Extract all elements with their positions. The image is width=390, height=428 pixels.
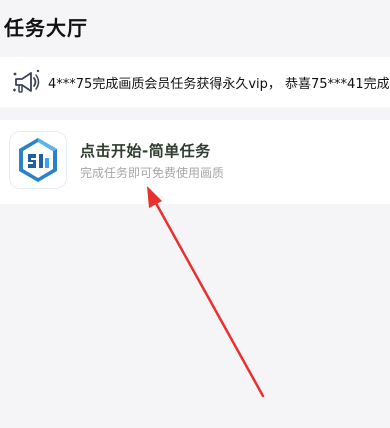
page-title: 任务大厅 <box>4 16 88 40</box>
notice-text: 4***75完成画质会员任务获得永久vip， 恭喜75***41完成画 <box>48 76 390 92</box>
task-title[interactable]: 点击开始-简单任务 <box>80 140 211 161</box>
notice-bar: 4***75完成画质会员任务获得永久vip， 恭喜75***41完成画 <box>0 57 390 107</box>
arrow-line <box>150 194 265 398</box>
megaphone-icon <box>10 66 42 98</box>
task-card-simple[interactable]: 点击开始-简单任务 完成任务即可免费使用画质 <box>0 120 390 204</box>
task-subtitle: 完成任务即可免费使用画质 <box>80 166 225 180</box>
app-logo-icon <box>10 132 66 188</box>
